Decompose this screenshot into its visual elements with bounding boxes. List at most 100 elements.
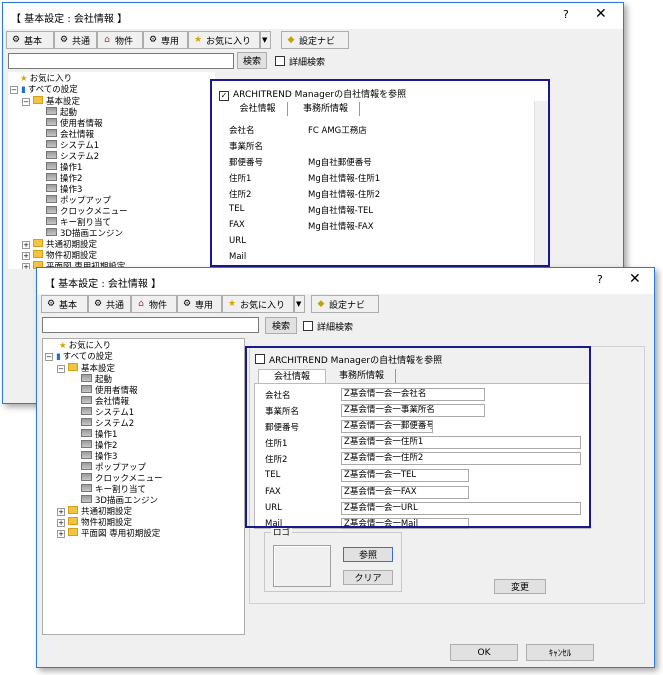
- expand-icon[interactable]: +: [22, 263, 30, 269]
- property-button[interactable]: ⌂ 物件: [131, 295, 177, 313]
- tree-item[interactable]: 操作2: [81, 440, 117, 451]
- tree-item-all-settings[interactable]: − ▮ すべての設定: [45, 352, 113, 363]
- browse-button[interactable]: 参照: [343, 547, 393, 562]
- setting-page-icon: [46, 162, 57, 170]
- tree-item[interactable]: 会社情報: [46, 129, 94, 140]
- close-button[interactable]: ✕: [629, 271, 641, 287]
- tree-item-all-settings[interactable]: − ▮ すべての設定: [10, 85, 78, 96]
- detail-search-checkbox[interactable]: 詳細検索: [275, 55, 325, 68]
- tree-item-floorplan-initial[interactable]: + 平面図 専用初期設定: [57, 528, 160, 539]
- tree-label: クロックメニュー: [60, 207, 128, 217]
- tree-item[interactable]: 使用者情報: [46, 118, 103, 129]
- window-title: 【 基本設定 : 会社情報 】: [45, 279, 162, 290]
- tree-item[interactable]: キー割り当て: [46, 217, 111, 228]
- search-input[interactable]: [42, 317, 259, 333]
- search-input[interactable]: [8, 53, 234, 69]
- common-button[interactable]: ⚙ 共通: [54, 31, 97, 49]
- clear-button[interactable]: クリア: [343, 570, 393, 585]
- tree-label: お気に入り: [68, 341, 112, 351]
- settings-navi-button[interactable]: ◆ 設定ナビ: [311, 295, 379, 313]
- tree-label: 物件初期設定: [46, 251, 98, 261]
- expand-icon[interactable]: +: [57, 530, 65, 538]
- tree-item[interactable]: システム2: [81, 418, 134, 429]
- setting-page-icon: [46, 206, 57, 214]
- tree-item[interactable]: ポップアップ: [81, 462, 146, 473]
- star-icon: ★: [59, 341, 67, 351]
- collapse-icon[interactable]: −: [45, 353, 53, 361]
- tree-item[interactable]: 操作2: [46, 173, 82, 184]
- favorites-button[interactable]: ★ お気に入り: [222, 295, 294, 313]
- folder-icon: [33, 96, 43, 104]
- tree-item-property-initial[interactable]: + 物件初期設定: [57, 517, 132, 528]
- dedicated-button[interactable]: ⚙ 専用: [177, 295, 222, 313]
- search-button[interactable]: 検索: [265, 317, 297, 334]
- favorites-dropdown[interactable]: ▼: [260, 31, 271, 49]
- tree-item[interactable]: クロックメニュー: [81, 473, 163, 484]
- basic-label: 基本: [59, 300, 78, 311]
- tree-item[interactable]: システム1: [81, 407, 134, 418]
- expand-icon[interactable]: +: [22, 241, 30, 249]
- favorites-dropdown[interactable]: ▼: [294, 295, 305, 313]
- tree-item[interactable]: 操作1: [81, 429, 117, 440]
- detail-search-box[interactable]: [275, 56, 285, 66]
- tree-item-company-info[interactable]: 会社情報: [81, 396, 130, 407]
- setting-page-icon: [46, 217, 57, 225]
- setting-page-icon: [81, 495, 92, 503]
- tree-item[interactable]: 起動: [46, 107, 77, 118]
- tree-item-favorites[interactable]: ★ お気に入り: [20, 74, 72, 85]
- change-button[interactable]: 変更: [494, 579, 546, 594]
- common-button[interactable]: ⚙ 共通: [88, 295, 131, 313]
- basic-button[interactable]: ⚙ 基本: [6, 31, 54, 49]
- tree-label: 操作2: [60, 174, 83, 184]
- expand-icon[interactable]: +: [57, 519, 65, 527]
- tree-item[interactable]: 3D描画エンジン: [46, 228, 123, 239]
- tree-item[interactable]: システム2: [46, 151, 99, 162]
- common-icon: ⚙: [59, 35, 69, 45]
- tree-label: 使用者情報: [60, 119, 103, 129]
- detail-search-checkbox[interactable]: 詳細検索: [303, 320, 353, 333]
- settings-tree: ★ お気に入り − ▮ すべての設定 − 基本設定 起動 使用者情報 会社情報 システム…: [8, 72, 215, 269]
- cancel-button[interactable]: ｷｬﾝｾﾙ: [526, 644, 594, 661]
- tree-label: 操作1: [95, 430, 118, 440]
- star-icon: ★: [193, 35, 203, 45]
- ok-button[interactable]: OK: [450, 644, 518, 661]
- tree-item[interactable]: 操作1: [46, 162, 82, 173]
- collapse-icon[interactable]: −: [22, 98, 30, 106]
- tree-label: 操作3: [95, 452, 118, 462]
- star-icon: ★: [20, 74, 28, 84]
- window-title: 【 基本設定 : 会社情報 】: [11, 14, 128, 25]
- close-button[interactable]: ✕: [595, 6, 607, 22]
- expand-icon[interactable]: +: [22, 252, 30, 260]
- tree-item[interactable]: 操作3: [46, 184, 82, 195]
- tree-item[interactable]: 使用者情報: [81, 385, 138, 396]
- collapse-icon[interactable]: −: [57, 365, 65, 373]
- tree-item[interactable]: クロックメニュー: [46, 206, 128, 217]
- tree-item[interactable]: 3D描画エンジン: [81, 495, 158, 506]
- tree-item[interactable]: ポップアップ: [46, 195, 111, 206]
- expand-icon[interactable]: +: [57, 508, 65, 516]
- detail-search-box[interactable]: [303, 321, 313, 331]
- tree-item-property-initial[interactable]: + 物件初期設定: [22, 250, 97, 261]
- tree-label: キー割り当て: [60, 218, 112, 228]
- tree-item[interactable]: 操作3: [81, 451, 117, 462]
- help-button[interactable]: ?: [563, 8, 569, 21]
- tree-label: 共通初期設定: [46, 240, 98, 250]
- dedicated-button[interactable]: ⚙ 専用: [143, 31, 188, 49]
- tree-item-favorites[interactable]: ★ お気に入り: [59, 341, 111, 352]
- tree-item-common-initial[interactable]: + 共通初期設定: [57, 506, 132, 517]
- tree-label: クロックメニュー: [95, 474, 163, 484]
- tree-item-basic-settings[interactable]: − 基本設定: [22, 96, 80, 107]
- help-button[interactable]: ?: [597, 273, 603, 286]
- search-button[interactable]: 検索: [237, 52, 267, 69]
- tree-item[interactable]: キー割り当て: [81, 484, 146, 495]
- property-button[interactable]: ⌂ 物件: [97, 31, 143, 49]
- tree-item-common-initial[interactable]: + 共通初期設定: [22, 239, 97, 250]
- tree-item-basic-settings[interactable]: − 基本設定: [57, 363, 115, 374]
- tree-item[interactable]: 起動: [81, 374, 112, 385]
- favorites-button[interactable]: ★ お気に入り: [188, 31, 260, 49]
- tree-item[interactable]: システム1: [46, 140, 99, 151]
- collapse-icon[interactable]: −: [10, 86, 18, 94]
- settings-navi-button[interactable]: ◆ 設定ナビ: [281, 31, 349, 49]
- house-icon: ⌂: [138, 299, 144, 309]
- basic-button[interactable]: ⚙ 基本: [41, 295, 88, 313]
